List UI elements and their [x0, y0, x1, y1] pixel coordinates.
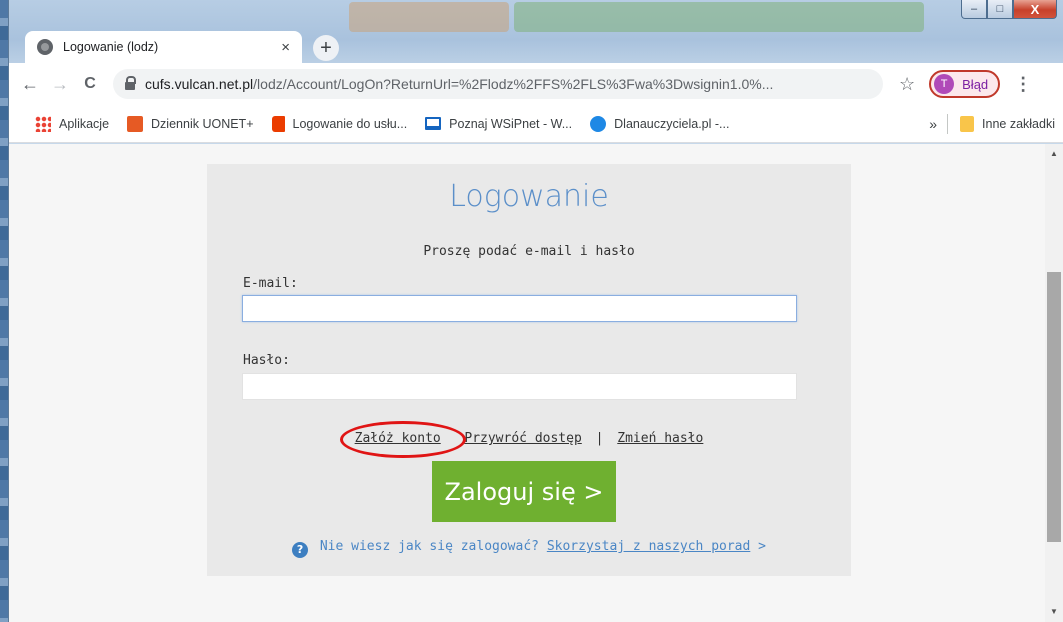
- monitor-icon: [425, 117, 442, 130]
- url-path: /lodz/Account/LogOn?ReturnUrl=%2Flodz%2F…: [253, 76, 774, 92]
- password-field[interactable]: [242, 373, 797, 400]
- bookmark-label: Aplikacje: [59, 116, 110, 131]
- bookmark-star-icon[interactable]: ☆: [899, 74, 915, 95]
- bookmark-label: Inne zakładki: [982, 116, 1055, 131]
- account-links: Załóż konto Przywróć dostęp | Zmień hasł…: [207, 431, 851, 446]
- lock-icon: [125, 76, 136, 90]
- bookmark-label: Logowanie do usłu...: [292, 116, 408, 131]
- bookmark-label: Dlanauczyciela.pl -...: [614, 116, 730, 131]
- profile-status-label: Błąd: [962, 76, 989, 92]
- login-panel: Logowanie Proszę podać e-mail i hasło E-…: [207, 164, 851, 576]
- help-arrow: >: [758, 539, 766, 554]
- instructions-text: Proszę podać e-mail i hasło: [423, 244, 635, 259]
- bookmarks-right: » Inne zakładki: [929, 113, 1055, 134]
- change-password-link[interactable]: Zmień hasło: [617, 431, 703, 446]
- email-field[interactable]: [242, 295, 797, 322]
- login-button[interactable]: Zaloguj się >: [432, 461, 616, 522]
- scrollbar-thumb[interactable]: [1047, 272, 1061, 542]
- tab-title: Logowanie (lodz): [63, 40, 159, 54]
- bookmark-uonet[interactable]: Dziennik UONET+: [127, 115, 254, 132]
- scroll-up-arrow-icon[interactable]: ▲: [1045, 146, 1063, 162]
- back-button[interactable]: ←: [15, 74, 45, 95]
- apps-grid-icon: [35, 115, 51, 132]
- office-icon: [271, 115, 285, 132]
- profile-button[interactable]: T Błąd: [929, 70, 1001, 98]
- bookmark-wsipnet[interactable]: Poznaj WSiPnet - W...: [425, 117, 572, 131]
- bookmark-aplikacje[interactable]: Aplikacje: [35, 115, 110, 132]
- uonet-icon: [127, 115, 144, 132]
- desktop-background: [0, 0, 8, 622]
- bookmark-label: Poznaj WSiPnet - W...: [449, 116, 573, 131]
- link-separator: |: [595, 431, 604, 446]
- help-line: ? Nie wiesz jak się zalogować? Skorzysta…: [207, 539, 851, 558]
- bookmark-other[interactable]: Inne zakładki: [960, 115, 1055, 132]
- red-annotation-circle: [340, 421, 466, 458]
- globe-icon: [37, 39, 53, 55]
- new-tab-button[interactable]: +: [313, 35, 339, 61]
- close-window-button[interactable]: X: [1013, 0, 1057, 19]
- help-question-icon: ?: [292, 542, 309, 558]
- scroll-down-arrow-icon[interactable]: ▼: [1045, 604, 1063, 620]
- avatar: T: [934, 74, 955, 94]
- restore-access-link[interactable]: Przywróć dostęp: [464, 431, 581, 446]
- url-host: cufs.vulcan.net.pl: [145, 76, 254, 92]
- password-input[interactable]: [243, 374, 796, 399]
- email-label: E-mail:: [243, 276, 298, 291]
- tab-close-icon[interactable]: ×: [281, 39, 290, 56]
- forward-button[interactable]: →: [45, 74, 75, 95]
- minimize-button[interactable]: –: [961, 0, 987, 19]
- bookmark-dlanauczyciela[interactable]: Dlanauczyciela.pl -...: [590, 115, 730, 132]
- bookmarks-bar: Aplikacje Dziennik UONET+ Logowanie do u…: [9, 105, 1063, 143]
- folder-icon: [960, 115, 975, 132]
- page-title: Logowanie: [449, 179, 609, 214]
- background-window-blur: [514, 2, 924, 32]
- password-label: Hasło:: [243, 353, 290, 368]
- reload-button[interactable]: C: [75, 75, 105, 93]
- help-link[interactable]: Skorzystaj z naszych porad: [547, 539, 751, 554]
- tab-logowanie[interactable]: Logowanie (lodz) ×: [25, 31, 302, 63]
- browser-toolbar: ← → C cufs.vulcan.net.pl/lodz/Account/Lo…: [9, 63, 1063, 105]
- bookmark-office[interactable]: Logowanie do usłu...: [271, 115, 408, 132]
- window-controls: – □ X: [961, 0, 1057, 19]
- vertical-scrollbar[interactable]: ▲ ▼: [1045, 144, 1063, 622]
- background-window-blur: [349, 2, 509, 32]
- chevron-overflow-icon[interactable]: »: [929, 116, 937, 132]
- help-text: Nie wiesz jak się zalogować?: [319, 539, 539, 554]
- blue-circle-icon: [590, 115, 607, 132]
- address-bar[interactable]: cufs.vulcan.net.pl/lodz/Account/LogOn?Re…: [113, 69, 883, 99]
- maximize-button[interactable]: □: [987, 0, 1013, 19]
- email-input[interactable]: [243, 296, 796, 321]
- divider: [947, 113, 949, 134]
- kebab-menu-icon[interactable]: ⋮: [1014, 74, 1032, 95]
- bookmark-label: Dziennik UONET+: [151, 116, 254, 131]
